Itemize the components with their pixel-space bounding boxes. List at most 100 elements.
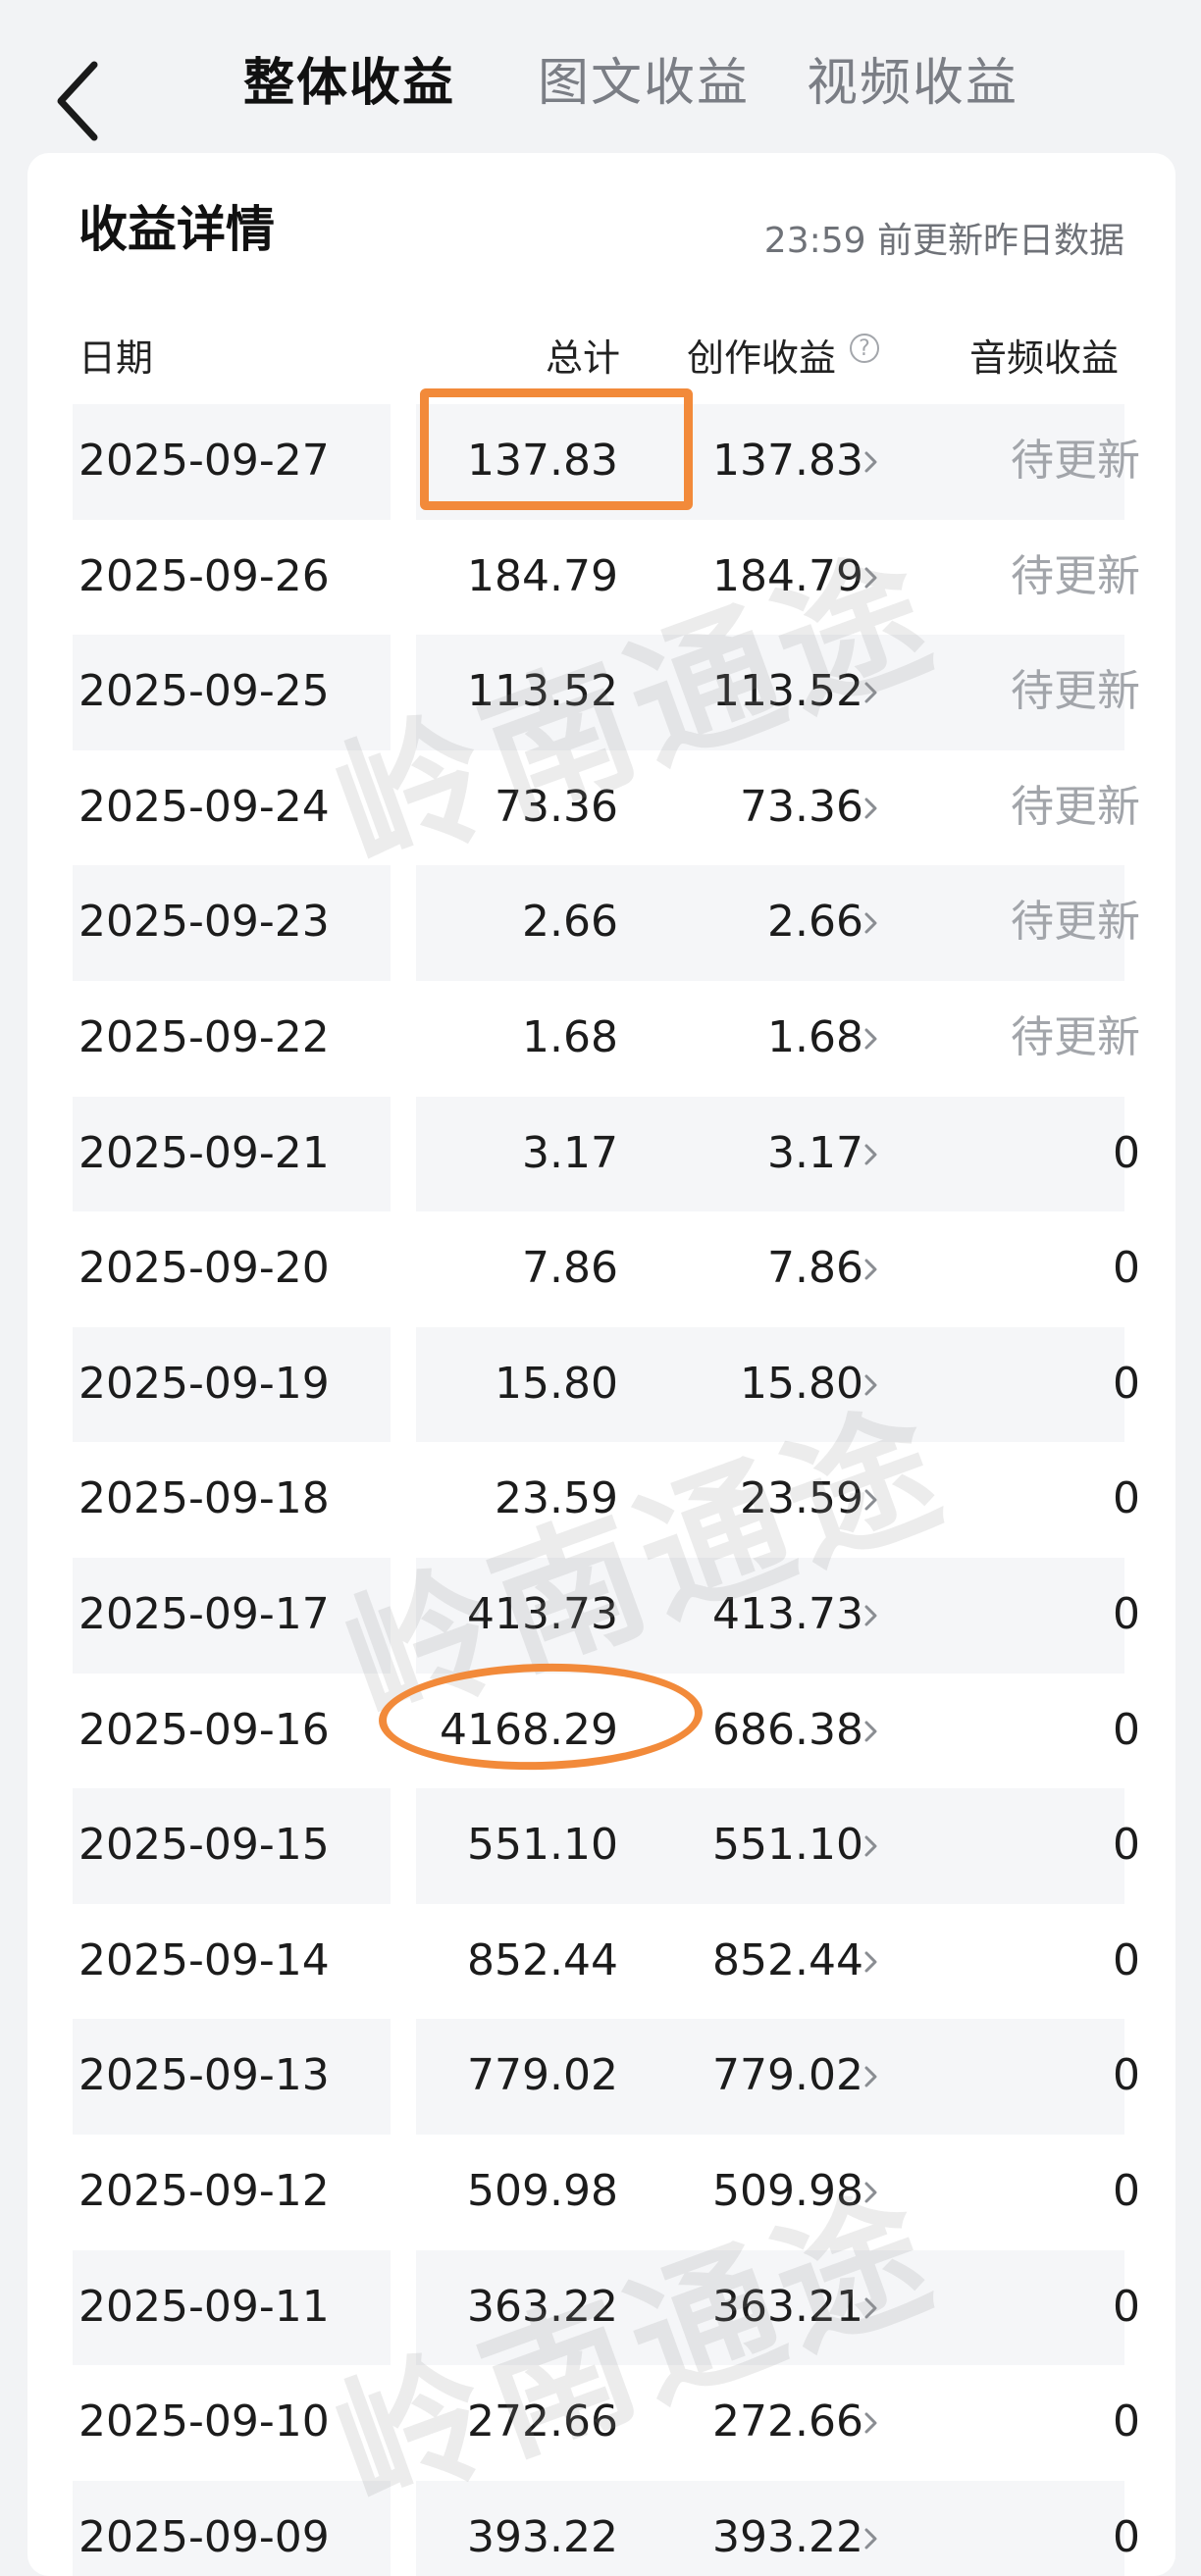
row-total: 23.59 (495, 1473, 618, 1524)
row-creation-earnings: 2.66 (767, 897, 863, 948)
row-audio-earnings: 0 (1113, 2396, 1140, 2447)
update-note: 23:59 前更新昨日数据 (763, 221, 1124, 261)
row-total: 113.52 (467, 666, 618, 717)
row-audio-earnings: 0 (1113, 1358, 1140, 1409)
table-row[interactable]: 2025-09-20 7.86 7.86 0 (27, 1211, 1175, 1327)
chevron-right-icon[interactable] (858, 1140, 885, 1169)
row-creation-earnings: 393.22 (712, 2511, 863, 2562)
chevron-right-icon[interactable] (858, 794, 885, 823)
row-audio-earnings: 0 (1113, 1473, 1140, 1524)
row-date: 2025-09-16 (78, 1704, 330, 1755)
tab-video-earnings[interactable]: 视频收益 (807, 41, 1018, 115)
row-creation-earnings: 1.68 (767, 1011, 863, 1062)
row-creation-earnings: 779.02 (712, 2050, 863, 2101)
table-row[interactable]: 2025-09-18 23.59 23.59 0 (27, 1442, 1175, 1558)
row-total: 413.73 (467, 1588, 618, 1639)
chevron-right-icon[interactable] (858, 1485, 885, 1515)
chevron-right-icon[interactable] (858, 2524, 885, 2553)
row-total: 551.10 (467, 1820, 618, 1871)
row-date: 2025-09-19 (78, 1358, 330, 1409)
earnings-detail-card: 收益详情 23:59 前更新昨日数据 日期 总计 创作收益 ? 音频收益 202… (27, 153, 1175, 2576)
tab-overall-earnings[interactable]: 整体收益 (243, 41, 455, 115)
row-date: 2025-09-24 (78, 781, 330, 832)
chevron-right-icon[interactable] (858, 1255, 885, 1284)
row-audio-earnings: 0 (1113, 1934, 1140, 1985)
chevron-right-icon[interactable] (858, 2178, 885, 2207)
row-creation-earnings: 852.44 (712, 1934, 863, 1985)
row-date: 2025-09-20 (78, 1243, 330, 1294)
row-total: 272.66 (467, 2396, 618, 2447)
row-date: 2025-09-15 (78, 1820, 330, 1871)
row-audio-earnings: 0 (1113, 2511, 1140, 2562)
row-creation-earnings: 113.52 (712, 666, 863, 717)
row-audio-earnings: 0 (1113, 1704, 1140, 1755)
row-audio-earnings: 0 (1113, 1588, 1140, 1639)
chevron-right-icon[interactable] (858, 1947, 885, 1977)
row-creation-earnings: 7.86 (767, 1243, 863, 1294)
chevron-right-icon[interactable] (858, 2062, 885, 2091)
chevron-right-icon[interactable] (858, 1831, 885, 1861)
row-audio-earnings: 待更新 (1011, 666, 1140, 717)
table-row[interactable]: 2025-09-21 3.17 3.17 0 (27, 1096, 1175, 1212)
table-row[interactable]: 2025-09-17 413.73 413.73 0 (27, 1557, 1175, 1674)
row-date: 2025-09-26 (78, 550, 330, 601)
row-total: 7.86 (522, 1243, 618, 1294)
card-title: 收益详情 (78, 201, 275, 258)
row-audio-earnings: 0 (1113, 1820, 1140, 1871)
row-creation-earnings: 15.80 (740, 1358, 863, 1409)
row-date: 2025-09-25 (78, 666, 330, 717)
help-icon[interactable]: ? (850, 334, 879, 363)
table-row[interactable]: 2025-09-15 551.10 551.10 0 (27, 1788, 1175, 1904)
header: 整体收益 图文收益 视频收益 (0, 0, 1201, 157)
table-row[interactable]: 2025-09-11 363.22 363.21 0 (27, 2249, 1175, 2366)
chevron-right-icon[interactable] (858, 1601, 885, 1630)
row-total: 393.22 (467, 2511, 618, 2562)
row-audio-earnings: 待更新 (1011, 550, 1140, 601)
row-creation-earnings: 363.21 (712, 2281, 863, 2332)
chevron-right-icon[interactable] (858, 908, 885, 938)
table-row[interactable]: 2025-09-09 393.22 393.22 0 (27, 2480, 1175, 2576)
row-date: 2025-09-12 (78, 2165, 330, 2216)
chevron-right-icon[interactable] (858, 2293, 885, 2323)
row-audio-earnings: 0 (1113, 2050, 1140, 2101)
row-date: 2025-09-21 (78, 1127, 330, 1178)
chevron-right-icon[interactable] (858, 678, 885, 707)
table-row[interactable]: 2025-09-23 2.66 2.66 待更新 (27, 865, 1175, 981)
chevron-right-icon[interactable] (858, 563, 885, 592)
row-date: 2025-09-23 (78, 897, 330, 948)
tab-article-earnings[interactable]: 图文收益 (538, 41, 750, 115)
table-row[interactable]: 2025-09-22 1.68 1.68 待更新 (27, 981, 1175, 1097)
table-row[interactable]: 2025-09-10 272.66 272.66 0 (27, 2365, 1175, 2481)
row-audio-earnings: 待更新 (1011, 781, 1140, 832)
column-header-total: 总计 (546, 336, 621, 380)
chevron-right-icon[interactable] (858, 1717, 885, 1746)
row-creation-earnings: 413.73 (712, 1588, 863, 1639)
row-date: 2025-09-14 (78, 1934, 330, 1985)
row-audio-earnings: 待更新 (1011, 1011, 1140, 1062)
row-date: 2025-09-09 (78, 2511, 330, 2562)
row-date: 2025-09-17 (78, 1588, 330, 1639)
row-total: 73.36 (495, 781, 618, 832)
chevron-right-icon[interactable] (858, 1370, 885, 1400)
row-audio-earnings: 待更新 (1011, 436, 1140, 486)
back-arrow-icon[interactable] (51, 57, 104, 145)
chevron-right-icon[interactable] (858, 1024, 885, 1054)
table-row[interactable]: 2025-09-12 509.98 509.98 0 (27, 2135, 1175, 2250)
table-row[interactable]: 2025-09-14 852.44 852.44 0 (27, 1904, 1175, 2020)
row-date: 2025-09-10 (78, 2396, 330, 2447)
row-creation-earnings: 3.17 (767, 1127, 863, 1178)
row-date: 2025-09-11 (78, 2281, 330, 2332)
row-total: 3.17 (522, 1127, 618, 1178)
table-row[interactable]: 2025-09-25 113.52 113.52 待更新 (27, 635, 1175, 750)
row-total: 2.66 (522, 897, 618, 948)
chevron-right-icon[interactable] (858, 447, 885, 477)
table-row[interactable]: 2025-09-26 184.79 184.79 待更新 (27, 520, 1175, 636)
row-date: 2025-09-18 (78, 1473, 330, 1524)
chevron-right-icon[interactable] (858, 2408, 885, 2438)
table-row[interactable]: 2025-09-19 15.80 15.80 0 (27, 1326, 1175, 1443)
row-audio-earnings: 0 (1113, 2281, 1140, 2332)
table-row[interactable]: 2025-09-24 73.36 73.36 待更新 (27, 750, 1175, 866)
column-header-creation: 创作收益 (687, 336, 837, 380)
table-row[interactable]: 2025-09-13 779.02 779.02 0 (27, 2019, 1175, 2135)
row-total: 509.98 (467, 2165, 618, 2216)
